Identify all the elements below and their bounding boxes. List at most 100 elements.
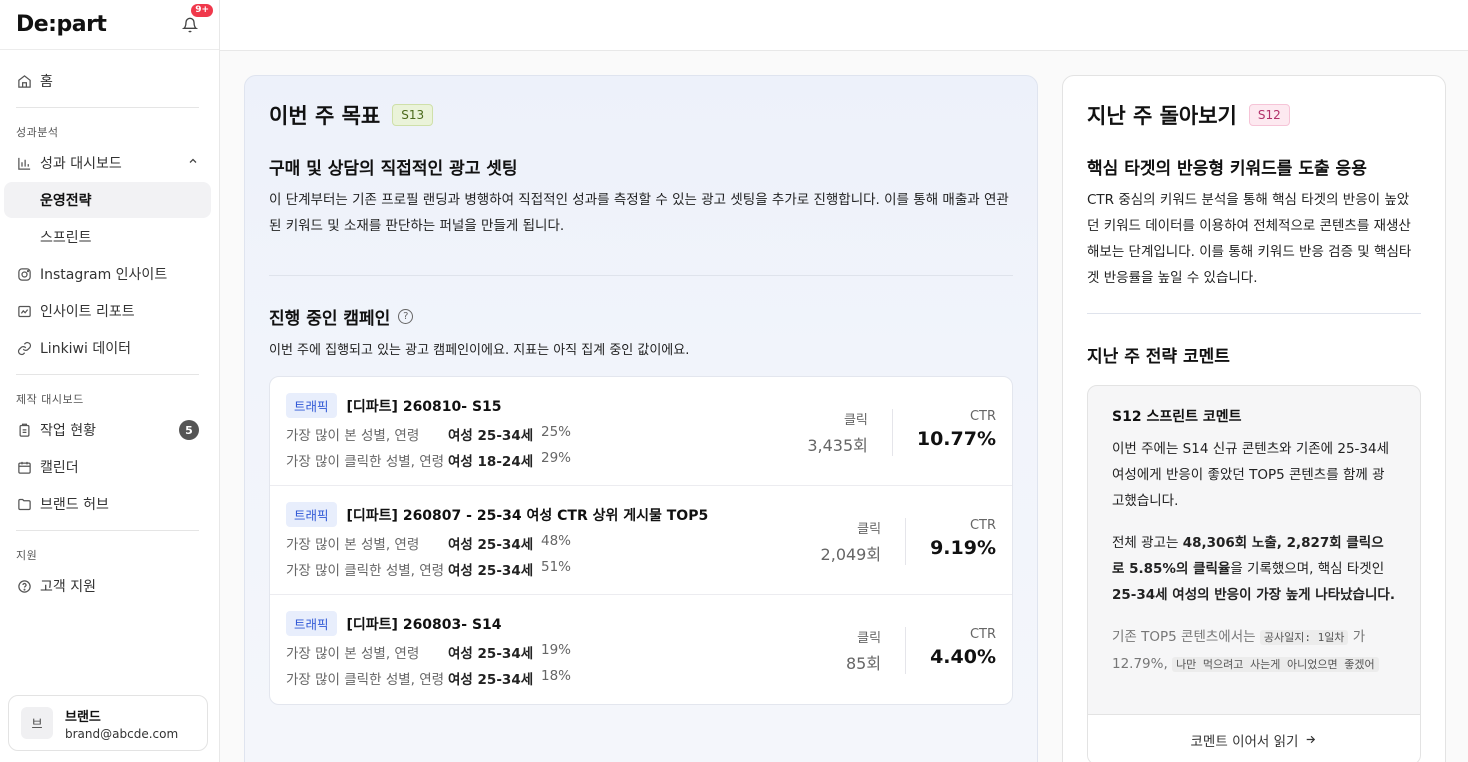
stat-percent: 19% [541, 642, 572, 658]
sidebar-item-home[interactable]: 홈 [4, 63, 211, 99]
comment-text: 전체 광고는 [1112, 535, 1183, 551]
metric-label: CTR [969, 409, 996, 424]
profile-card[interactable]: 브 브랜드 brand@abcde.com [8, 695, 208, 751]
sidebar-item-strategy[interactable]: 운영전략 [4, 182, 211, 218]
clicks-metric: 클릭 2,049회 [797, 518, 906, 565]
divider [16, 530, 199, 531]
campaigns-description: 이번 주에 집행되고 있는 광고 캠페인이에요. 지표는 아직 집계 중인 값이… [269, 343, 690, 358]
strategy-comment-box: S12 스프린트 코멘트 이번 주에는 S14 신규 콘텐츠와 기존에 25-3… [1087, 385, 1421, 762]
comment-paragraph: 이번 주에는 S14 신규 콘텐츠와 기존에 25-34세 여성에게 반응이 좋… [1112, 441, 1390, 509]
sidebar-item-label: 고객 지원 [40, 579, 96, 595]
campaign-list: 트래픽 [디파트] 260810- S15 가장 많이 본 성별, 연령 여성 … [269, 376, 1013, 705]
ctr-metric: CTR 10.77% [891, 409, 996, 456]
ctr-metric: CTR 4.40% [905, 627, 996, 674]
profile-email: brand@abcde.com [65, 726, 179, 741]
campaign-metrics: 클릭 85회 CTR 4.40% [822, 627, 996, 674]
campaign-row[interactable]: 트래픽 [디파트] 260810- S15 가장 많이 본 성별, 연령 여성 … [270, 377, 1012, 486]
last-week-review-card: 지난 주 돌아보기 S12 핵심 타겟의 반응형 키워드를 도출 응용 CTR … [1062, 75, 1446, 762]
metric-label: 클릭 [857, 631, 882, 646]
stat-percent: 25% [541, 424, 572, 440]
content-code-tag: 나만 먹으려고 사는게 아니었으면 좋겠어 [1172, 657, 1379, 672]
stat-group: 여성 25-34세 [448, 537, 534, 553]
campaign-type-tag: 트래픽 [286, 502, 337, 527]
stat-label: 가장 많이 본 성별, 연령 [286, 646, 420, 662]
ctr-value: 4.40% [930, 646, 996, 668]
divider [269, 275, 1013, 276]
stat-label: 가장 많이 클릭한 성별, 연령 [286, 454, 445, 470]
sidebar-item-dashboard[interactable]: 성과 대시보드 [4, 145, 211, 181]
sidebar-item-insight-report[interactable]: 인사이트 리포트 [4, 293, 211, 329]
review-title: 지난 주 돌아보기 [1087, 104, 1237, 128]
clicks-value: 2,049회 [820, 545, 882, 564]
sidebar-item-linkiwi[interactable]: Linkiwi 데이터 [4, 330, 211, 366]
campaign-name: [디파트] 260810- S15 [346, 398, 502, 415]
sidebar-item-label: Instagram 인사이트 [40, 267, 168, 283]
campaign-row[interactable]: 트래픽 [디파트] 260807 - 25-34 여성 CTR 상위 게시물 T… [270, 486, 1012, 595]
clicks-value: 85회 [845, 654, 882, 673]
metric-label: 클릭 [857, 522, 882, 537]
sidebar-item-label: 브랜드 허브 [40, 497, 109, 513]
section-label-support: 지원 [16, 549, 38, 562]
campaign-type-tag: 트래픽 [286, 393, 337, 418]
stat-group: 여성 25-34세 [448, 672, 534, 688]
stat-label: 가장 많이 클릭한 성별, 연령 [286, 672, 445, 688]
sidebar: De:part 9+ 홈 성과분석 성과 대시보드 운영전략 스프린트 Inst… [0, 0, 220, 762]
notification-button[interactable]: 9+ [179, 3, 213, 36]
goal-description: 이 단계부터는 기존 프로필 랜딩과 병행하여 직접적인 성과를 측정할 수 있… [269, 192, 1009, 234]
stat-group: 여성 25-34세 [448, 428, 534, 444]
notification-badge: 9+ [191, 3, 213, 17]
sidebar-item-work-status[interactable]: 작업 현황 5 [4, 412, 211, 448]
review-description: CTR 중심의 키워드 분석을 통해 핵심 타겟의 반응이 높았던 키워드 데이… [1087, 192, 1412, 286]
profile-info: 브랜드 brand@abcde.com [65, 706, 178, 741]
bell-icon [182, 17, 198, 32]
comment-content: S12 스프린트 코멘트 이번 주에는 S14 신규 콘텐츠와 기존에 25-3… [1088, 386, 1420, 698]
ctr-value: 9.19% [930, 537, 996, 559]
sidebar-nav: 홈 성과분석 성과 대시보드 운영전략 스프린트 Instagram 인사이트 … [0, 50, 219, 604]
chevron-up-icon[interactable] [187, 155, 199, 171]
clipboard-icon [16, 422, 32, 438]
read-more-button[interactable]: 코멘트 이어서 읽기 [1088, 714, 1420, 762]
count-badge: 5 [179, 420, 199, 440]
stat-label: 가장 많이 본 성별, 연령 [286, 537, 420, 553]
sidebar-item-instagram[interactable]: Instagram 인사이트 [4, 256, 211, 292]
sidebar-item-label: Linkiwi 데이터 [40, 341, 131, 357]
logo-row: De:part 9+ [0, 0, 219, 50]
sprint-tag: S12 [1248, 104, 1290, 126]
section-label-production: 제작 대시보드 [16, 393, 84, 406]
sidebar-item-calendar[interactable]: 캘린더 [4, 449, 211, 485]
sidebar-item-sprint[interactable]: 스프린트 [4, 219, 211, 255]
sidebar-item-brand-hub[interactable]: 브랜드 허브 [4, 486, 211, 522]
review-subtitle: 핵심 타겟의 반응형 키워드를 도출 응용 [1087, 159, 1367, 179]
metric-label: 클릭 [843, 413, 868, 428]
campaign-metrics: 클릭 2,049회 CTR 9.19% [797, 518, 996, 565]
home-icon [16, 73, 32, 89]
metric-label: CTR [969, 627, 996, 642]
campaigns-header: 진행 중인 캠페인 ? [269, 304, 1013, 329]
avatar: 브 [21, 707, 53, 739]
help-icon[interactable]: ? [398, 309, 414, 324]
clicks-value: 3,435회 [807, 436, 868, 455]
logo[interactable]: De:part [16, 12, 107, 37]
sidebar-item-label: 운영전략 [40, 193, 92, 209]
campaign-metrics: 클릭 3,435회 CTR 10.77% [783, 409, 996, 456]
sidebar-item-label: 캘린더 [40, 460, 79, 476]
campaign-row[interactable]: 트래픽 [디파트] 260803- S14 가장 많이 본 성별, 연령 여성 … [270, 595, 1012, 704]
clicks-metric: 클릭 3,435회 [783, 409, 892, 456]
stat-group: 여성 25-34세 [448, 563, 534, 579]
comment-text: 을 기록했으며, 핵심 타겟인 [1230, 561, 1385, 577]
sidebar-item-customer-support[interactable]: 고객 지원 [4, 568, 211, 604]
goal-title: 이번 주 목표 [269, 104, 381, 128]
comment-title: S12 스프린트 코멘트 [1112, 409, 1242, 425]
comment-paragraph: 기존 TOP5 콘텐츠에서는 공사일지: 1일차 가 12.79%, 나만 먹으… [1112, 624, 1396, 678]
calendar-icon [16, 459, 32, 475]
stat-percent: 48% [541, 533, 572, 549]
comment-highlight: 25-34세 여성의 반응이 가장 높게 나타났습니다. [1112, 587, 1395, 603]
goal-header: 이번 주 목표 S13 [269, 100, 1013, 130]
comment-section-title: 지난 주 전략 코멘트 [1087, 347, 1230, 367]
section-label-performance: 성과분석 [16, 126, 59, 139]
content-code-tag: 공사일지: 1일차 [1259, 630, 1349, 645]
sidebar-item-label: 홈 [40, 74, 53, 90]
bar-chart-icon [16, 155, 32, 171]
stat-percent: 29% [541, 450, 572, 466]
metric-label: CTR [969, 518, 996, 533]
